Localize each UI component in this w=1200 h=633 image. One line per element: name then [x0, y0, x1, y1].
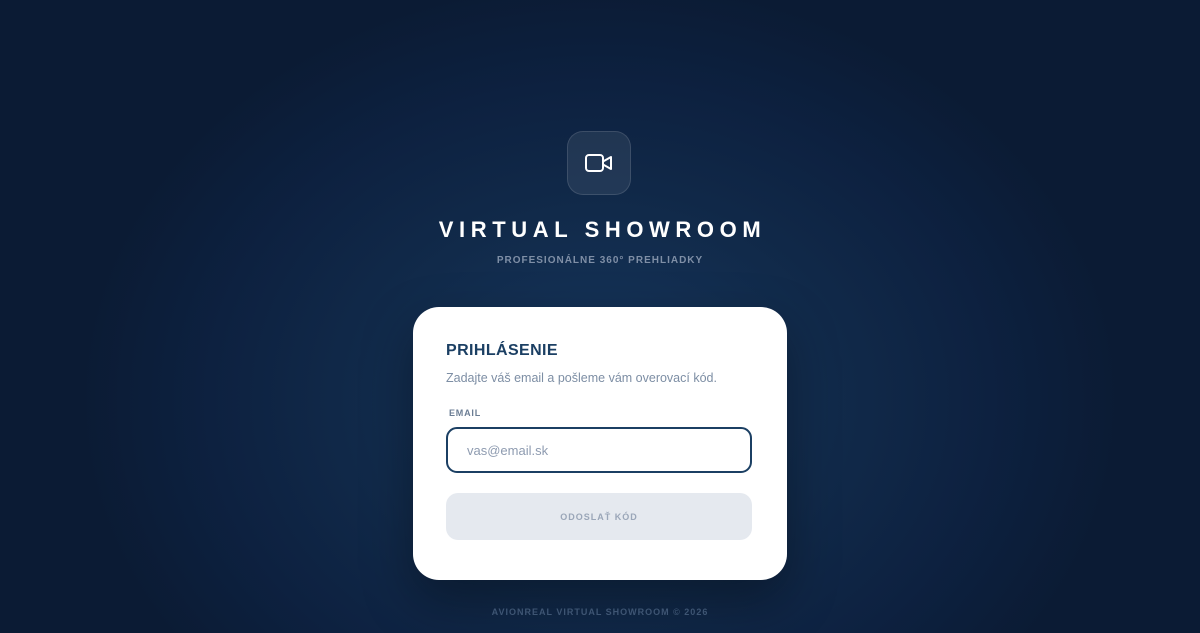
login-description: Zadajte váš email a pošleme vám overovac…	[446, 371, 717, 385]
app-title: VIRTUAL SHOWROOM	[438, 217, 767, 242]
email-input[interactable]	[446, 427, 752, 473]
login-title: PRIHLÁSENIE	[446, 342, 558, 359]
logo-badge	[567, 131, 631, 195]
footer-copyright: AVIONREAL VIRTUAL SHOWROOM © 2026	[491, 607, 709, 617]
login-card: PRIHLÁSENIE Zadajte váš email a pošleme …	[413, 307, 787, 580]
send-code-button[interactable]: ODOSLAŤ KÓD	[446, 493, 752, 540]
video-camera-icon	[585, 154, 612, 172]
email-label: EMAIL	[449, 408, 481, 418]
login-page: VIRTUAL SHOWROOM PROFESIONÁLNE 360° PREH…	[0, 0, 1200, 633]
app-subtitle: PROFESIONÁLNE 360° PREHLIADKY	[496, 255, 704, 266]
